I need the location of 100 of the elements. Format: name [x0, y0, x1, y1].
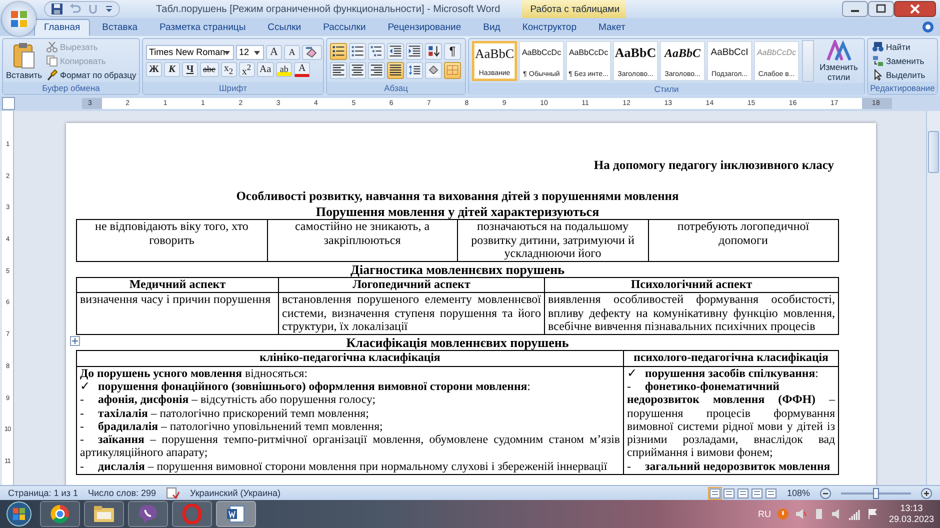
- list-item-text: - брадилалія – патологічно уповільнений темп мовлення;: [80, 420, 384, 434]
- underline-button[interactable]: Ч: [182, 62, 198, 76]
- font-size-dropdown[interactable]: 12: [236, 44, 264, 60]
- view-mode-icon[interactable]: [750, 488, 763, 498]
- font-name-dropdown[interactable]: Times New Roman: [146, 44, 234, 60]
- table-cell: позначаються на подальшому розвитку дитини, затримуючи й ускладнюючи його: [458, 220, 648, 262]
- close-icon[interactable]: [894, 1, 936, 17]
- ribbon-tab[interactable]: Ссылки: [258, 19, 312, 36]
- style-preview: AaBbC: [475, 46, 514, 62]
- list-item-text: - заїкання – порушення темпо-ритмічної організації мовлення, обумовлене судомним станом м’язів артикуляційного апарату;: [80, 433, 620, 460]
- ribbon-tab[interactable]: Конструктор: [512, 19, 586, 36]
- lines-icon: [408, 45, 421, 57]
- group-label: Редактирование: [868, 82, 937, 94]
- line-spacing-button[interactable]: [406, 62, 423, 78]
- signal-icon[interactable]: [848, 508, 861, 520]
- bold-button[interactable]: Ж: [146, 62, 162, 76]
- taskbar-button[interactable]: [40, 501, 80, 527]
- zoom-out-icon[interactable]: [820, 488, 831, 498]
- ruler-tab-selector[interactable]: [2, 97, 15, 110]
- bullets-button[interactable]: [330, 42, 347, 60]
- change-styles-button[interactable]: Изменить стили: [816, 40, 861, 82]
- replace-icon: [872, 54, 884, 66]
- taskbar-button[interactable]: [84, 501, 124, 527]
- ribbon-tab[interactable]: Макет: [588, 19, 636, 36]
- highlight-button[interactable]: ab: [276, 62, 292, 76]
- list-item-text: - дислалія – порушення вимовної сторони мовлення при нормальному слухові і збереженій іннервації: [80, 460, 608, 474]
- align-center-button[interactable]: [349, 62, 366, 78]
- align-left-button[interactable]: [330, 62, 347, 78]
- speaker-muted-icon[interactable]: [794, 508, 807, 520]
- proofing-icon[interactable]: [166, 487, 180, 499]
- gallery-scrollbar[interactable]: [802, 40, 814, 82]
- font-color-button[interactable]: A: [294, 62, 310, 76]
- paste-button[interactable]: Вставить: [6, 42, 42, 80]
- style-preview: AaBbCcI: [710, 46, 748, 60]
- flag-icon[interactable]: [866, 508, 879, 520]
- clock-date[interactable]: 29.03.2023: [888, 514, 934, 525]
- increase-indent-button[interactable]: [406, 42, 423, 60]
- help-icon[interactable]: [922, 21, 934, 33]
- ribbon-tab[interactable]: Разметка страницы: [149, 19, 256, 36]
- lines-icon: [351, 45, 364, 57]
- header-note: На допомогу педагогу інклюзивного класу: [592, 159, 834, 172]
- column-header: Логопедичний аспект: [279, 278, 545, 294]
- shrink-font-button[interactable]: A: [284, 44, 300, 60]
- maximize-icon[interactable]: [868, 1, 894, 17]
- subscript-button[interactable]: x$_{2}$: [220, 62, 236, 76]
- grow-font-button[interactable]: A: [266, 44, 282, 60]
- window-title: Табл.порушень [Режим ограниченной функциональности] - Microsoft Word: [156, 4, 500, 14]
- decrease-indent-button[interactable]: [387, 42, 404, 60]
- ribbon-tab[interactable]: Вставка: [92, 19, 148, 36]
- page-count[interactable]: Страница: 1 из 1: [8, 488, 78, 498]
- ribbon-tab[interactable]: Вид: [473, 19, 510, 36]
- show-marks-button[interactable]: ¶: [444, 42, 461, 60]
- clear-format-button[interactable]: [302, 44, 322, 60]
- ribbon-tab[interactable]: Главная: [34, 19, 90, 36]
- customize-caret-icon[interactable]: [105, 5, 113, 13]
- list-item-text: До порушень усного мовлення відносяться:: [80, 366, 309, 380]
- office-button[interactable]: [2, 2, 36, 36]
- superscript-button[interactable]: x$^{2}$: [238, 62, 254, 76]
- italic-button[interactable]: К: [164, 62, 180, 76]
- save-icon[interactable]: [51, 3, 63, 15]
- vertical-scrollbar[interactable]: [926, 111, 940, 485]
- justify-button[interactable]: [387, 62, 404, 78]
- shading-button[interactable]: [425, 62, 442, 78]
- align-right-button[interactable]: [368, 62, 385, 78]
- table-cell: визначення часу і причин порушення: [77, 293, 279, 336]
- table-move-icon[interactable]: [70, 336, 80, 346]
- language-indicator[interactable]: Украинский (Украина): [190, 488, 281, 498]
- style-preview: AaBbCcDc: [522, 47, 562, 59]
- taskbar-button[interactable]: [216, 501, 256, 527]
- change-case-button[interactable]: Aa: [256, 62, 274, 76]
- table-cell: потребують логопедичної допомоги: [648, 220, 839, 262]
- select-button[interactable]: Выделить: [871, 68, 926, 81]
- ribbon-tab[interactable]: Рецензирование: [378, 19, 472, 36]
- ribbon-tab[interactable]: Рассылки: [313, 19, 376, 36]
- group-label: Абзац: [327, 82, 465, 94]
- slider-thumb[interactable]: [873, 488, 879, 498]
- clock-time[interactable]: 13:13: [900, 503, 923, 514]
- alert-icon[interactable]: [776, 508, 789, 520]
- minimize-icon[interactable]: [842, 1, 868, 17]
- clipboard-icon: [12, 42, 36, 70]
- replace-button[interactable]: Заменить: [871, 54, 926, 67]
- paint-bucket-icon: [427, 64, 440, 76]
- eraser-icon: [305, 46, 319, 58]
- zoom-in-icon[interactable]: [921, 488, 932, 498]
- sort-button[interactable]: [425, 42, 442, 60]
- word-count[interactable]: Число слов: 299: [88, 488, 156, 498]
- format-painter-button[interactable]: Формат по образцу: [45, 68, 138, 81]
- find-button[interactable]: Найти: [871, 40, 926, 53]
- view-mode-icon[interactable]: [722, 488, 735, 498]
- letters-icon: [826, 40, 852, 62]
- multilevel-list-button[interactable]: [368, 42, 385, 60]
- style-preview: AaBbC: [614, 45, 656, 61]
- strikethrough-button[interactable]: abe: [200, 62, 218, 76]
- view-mode-icon[interactable]: [764, 488, 777, 498]
- view-mode-icon[interactable]: [708, 488, 721, 498]
- lines-icon: [408, 64, 421, 76]
- section-heading: Діагностика мовленнєвих порушень: [350, 262, 566, 278]
- numbering-button[interactable]: [349, 42, 366, 60]
- view-mode-icon[interactable]: [736, 488, 749, 498]
- zoom-level[interactable]: 108%: [786, 488, 810, 498]
